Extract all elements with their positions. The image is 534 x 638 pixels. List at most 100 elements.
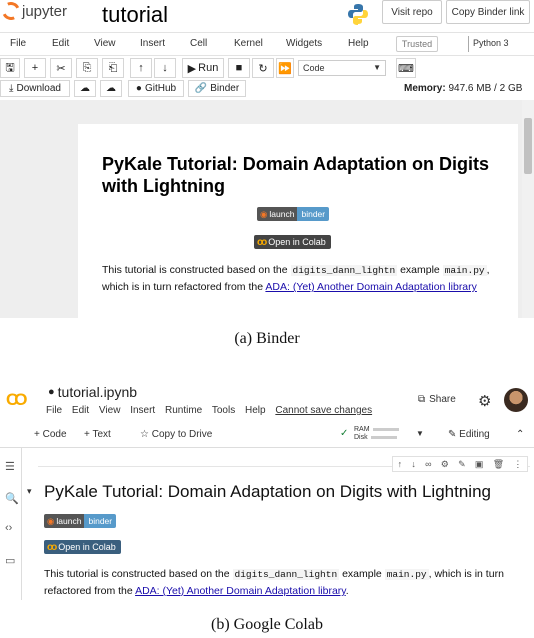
- binder-badge-left: ◉ launch: [44, 514, 85, 528]
- add-text-button[interactable]: + Text: [84, 429, 111, 440]
- add-cell-icon[interactable]: +: [24, 58, 46, 78]
- colab-menu-insert[interactable]: Insert: [130, 405, 155, 416]
- colab-logo-icon[interactable]: CO: [6, 390, 27, 410]
- folder-icon[interactable]: ▭: [5, 554, 15, 567]
- collapse-icon[interactable]: ▾: [27, 486, 32, 497]
- run-icon: ▶: [187, 62, 197, 75]
- jupyter-toolbar: 🖫 + ✂ ⎘ ⎗ ↑ ↓ ▶ Run ■ ↻ ⏩ Code ▼ ⌨: [0, 58, 534, 80]
- copy-icon[interactable]: ⎘: [76, 58, 98, 78]
- move-down-icon[interactable]: ↓: [154, 58, 176, 78]
- visit-repo-button[interactable]: Visit repo: [382, 0, 442, 24]
- more-icon[interactable]: ⋮: [513, 459, 522, 470]
- cannot-save-link[interactable]: Cannot save changes: [275, 405, 372, 416]
- colab-sidebar: ☰ 🔍 ‹› ▭: [0, 448, 22, 600]
- ram-disk-indicator[interactable]: RAM Disk: [354, 426, 399, 442]
- binder-toolbar: ⤓ Download ☁ ☁ ● GitHub 🔗 Binder Memory:…: [0, 80, 534, 98]
- colab-title[interactable]: ● tutorial.ipynb: [48, 384, 137, 400]
- launch-binder-badge[interactable]: ◉ launch binder: [44, 514, 117, 528]
- editing-button[interactable]: ✎ Editing: [448, 429, 490, 440]
- cloud-upload-icon[interactable]: ☁: [74, 80, 96, 97]
- launch-binder-badge[interactable]: ◉ launch binder: [257, 207, 330, 221]
- colab-menu-edit[interactable]: Edit: [72, 405, 89, 416]
- mirror-icon[interactable]: ▣: [475, 459, 484, 470]
- open-in-colab-badge[interactable]: oo Open in Colab: [44, 540, 121, 554]
- trusted-indicator[interactable]: Trusted: [396, 36, 438, 52]
- delete-icon[interactable]: 🗑: [493, 459, 504, 470]
- colab-badge-label: Open in Colab: [268, 237, 326, 247]
- colab-notebook-name: tutorial.ipynb: [57, 384, 138, 400]
- inline-code: main.py: [384, 569, 429, 580]
- github-button[interactable]: ● GitHub: [128, 80, 184, 97]
- download-label: Download: [16, 83, 61, 94]
- notebook-title[interactable]: tutorial: [102, 2, 168, 28]
- github-icon: ●: [48, 386, 55, 398]
- kernel-indicator[interactable]: Python 3: [468, 36, 509, 52]
- share-label: Share: [429, 394, 456, 405]
- jupyter-menubar: File Edit View Insert Cell Kernel Widget…: [0, 32, 534, 56]
- open-in-colab-badge[interactable]: oo Open in Colab: [254, 235, 331, 249]
- ada-library-link[interactable]: ADA: (Yet) Another Domain Adaptation lib…: [135, 585, 346, 597]
- share-button[interactable]: ⧉ Share: [418, 394, 456, 405]
- colab-screenshot: CO ● tutorial.ipynb File Edit View Inser…: [0, 378, 534, 600]
- menu-kernel[interactable]: Kernel: [234, 38, 263, 49]
- move-up-icon[interactable]: ↑: [398, 459, 403, 469]
- fast-forward-icon[interactable]: ⏩: [276, 58, 294, 78]
- gear-icon[interactable]: ⚙: [478, 392, 491, 410]
- ada-library-link[interactable]: ADA: (Yet) Another Domain Adaptation lib…: [265, 281, 476, 293]
- binder-logo-icon: ◉: [260, 209, 268, 219]
- keyboard-icon[interactable]: ⌨: [396, 58, 416, 78]
- jupyter-logo-text: jupyter: [22, 2, 68, 20]
- chevron-down-icon[interactable]: ▼: [416, 429, 424, 438]
- binder-screenshot: jupyter tutorial Visit repo Copy Binder …: [0, 0, 534, 318]
- chevron-down-icon: ▼: [373, 63, 381, 72]
- stop-icon[interactable]: ■: [228, 58, 250, 78]
- move-up-icon[interactable]: ↑: [130, 58, 152, 78]
- copy-to-drive-button[interactable]: ☆ Copy to Drive: [140, 429, 212, 440]
- move-down-icon[interactable]: ↓: [411, 459, 416, 469]
- menu-help[interactable]: Help: [348, 38, 369, 49]
- download-icon: ⤓: [9, 83, 14, 94]
- colab-menu-tools[interactable]: Tools: [212, 405, 235, 416]
- binder-badge-right: binder: [84, 514, 117, 528]
- colab-menu-file[interactable]: File: [46, 405, 62, 416]
- menu-view[interactable]: View: [94, 38, 116, 49]
- avatar[interactable]: [504, 388, 528, 412]
- save-icon[interactable]: 🖫: [0, 58, 20, 78]
- colab-toolbar: + Code + Text ☆ Copy to Drive ✓ RAM Disk…: [0, 424, 534, 448]
- search-icon[interactable]: 🔍: [5, 492, 19, 505]
- notebook-heading: PyKale Tutorial: Domain Adaptation on Di…: [102, 154, 490, 196]
- code-snippets-icon[interactable]: ‹›: [5, 522, 12, 534]
- colab-heading: PyKale Tutorial: Domain Adaptation on Di…: [44, 482, 491, 501]
- link-icon: ⧉: [418, 394, 426, 405]
- run-button[interactable]: ▶ Run: [182, 58, 224, 78]
- scrollbar-thumb[interactable]: [524, 118, 532, 174]
- settings-icon[interactable]: ⚙: [441, 459, 449, 470]
- caption-b: (b) Google Colab: [211, 616, 323, 633]
- colab-menu-runtime[interactable]: Runtime: [165, 405, 202, 416]
- jupyter-logo[interactable]: jupyter: [0, 0, 68, 23]
- add-code-button[interactable]: + Code: [34, 429, 67, 440]
- table-of-contents-icon[interactable]: ☰: [5, 460, 15, 473]
- binder-button[interactable]: 🔗 Binder: [188, 80, 246, 97]
- chevron-up-icon[interactable]: ⌃: [516, 429, 524, 440]
- colab-menu-view[interactable]: View: [99, 405, 121, 416]
- link-icon[interactable]: ∞: [425, 459, 431, 469]
- cell-type-select[interactable]: Code ▼: [298, 60, 386, 76]
- intro-paragraph: This tutorial is constructed based on th…: [102, 264, 490, 293]
- copy-binder-link-button[interactable]: Copy Binder link: [446, 0, 530, 24]
- cut-icon[interactable]: ✂: [50, 58, 72, 78]
- menu-cell[interactable]: Cell: [190, 38, 207, 49]
- menu-insert[interactable]: Insert: [140, 38, 165, 49]
- paste-icon[interactable]: ⎗: [102, 58, 124, 78]
- github-icon: ●: [135, 83, 142, 94]
- edit-icon[interactable]: ✎: [458, 459, 466, 470]
- colab-menu-help[interactable]: Help: [245, 405, 266, 416]
- restart-icon[interactable]: ↻: [252, 58, 274, 78]
- menu-file[interactable]: File: [10, 38, 26, 49]
- menu-edit[interactable]: Edit: [52, 38, 69, 49]
- cloud-download-icon[interactable]: ☁: [100, 80, 122, 97]
- binder-badge-left: ◉ launch: [257, 207, 298, 221]
- download-button[interactable]: ⤓ Download: [0, 80, 70, 97]
- scrollbar[interactable]: [522, 100, 534, 318]
- menu-widgets[interactable]: Widgets: [286, 38, 322, 49]
